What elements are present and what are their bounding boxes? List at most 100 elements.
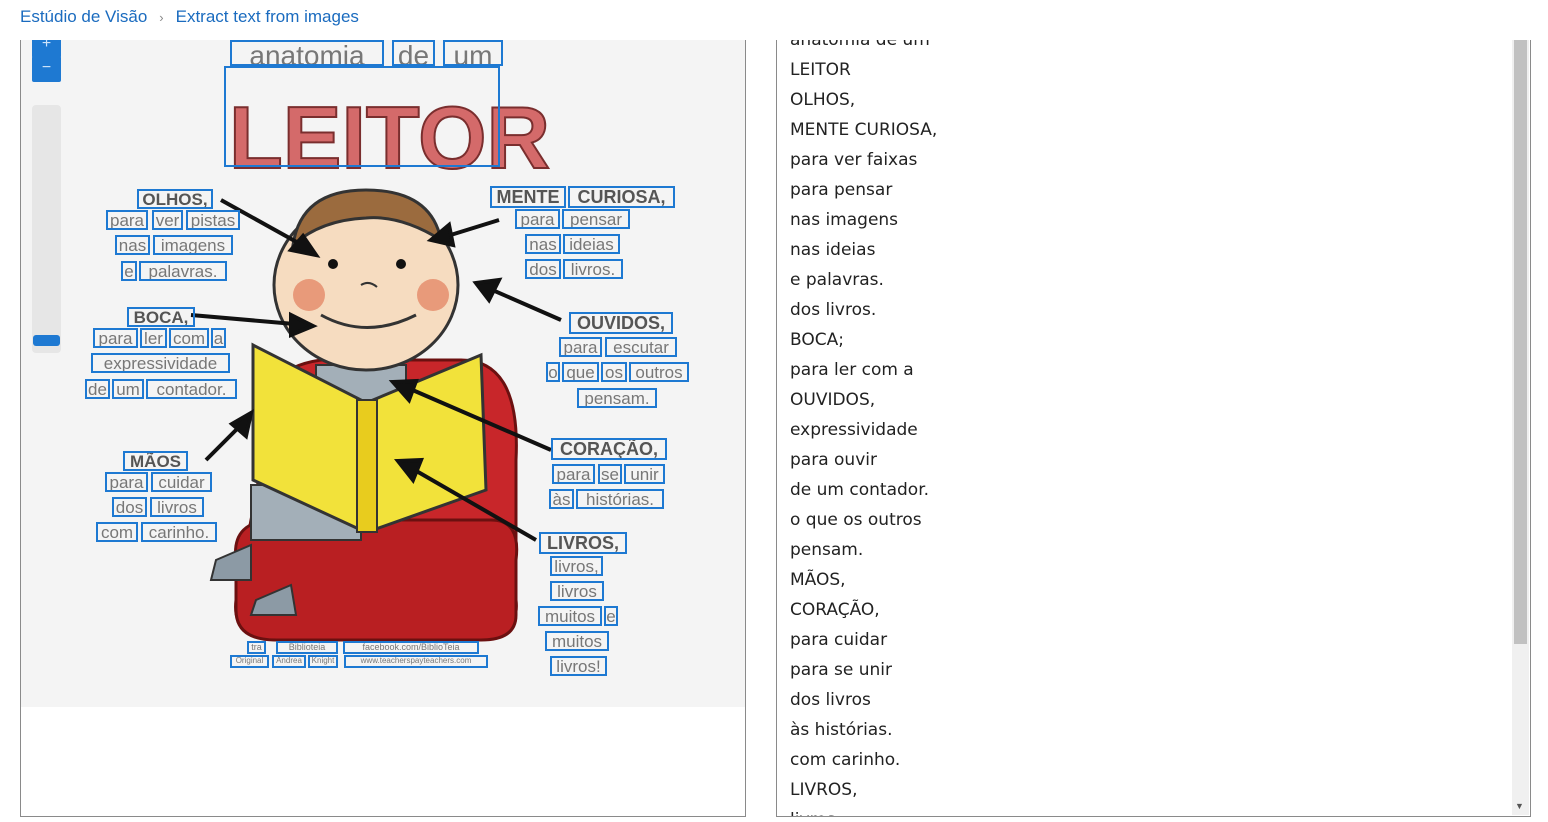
- ocr-word-box[interactable]: e: [121, 261, 137, 281]
- breadcrumb-home-link[interactable]: Estúdio de Visão: [20, 7, 147, 27]
- ocr-word-box[interactable]: Original: [230, 655, 269, 668]
- ocr-word-box[interactable]: livros: [150, 497, 204, 517]
- ocr-word-box[interactable]: MENTE: [490, 186, 566, 208]
- ocr-word-box[interactable]: um: [112, 379, 144, 399]
- extracted-text-line: o que os outros: [790, 510, 922, 530]
- extracted-text-line: e palavras.: [790, 270, 884, 290]
- ocr-word-box[interactable]: tra: [247, 641, 266, 654]
- breadcrumb-current-link[interactable]: Extract text from images: [176, 7, 359, 27]
- ocr-word-box[interactable]: OLHOS,: [137, 189, 213, 209]
- scrollbar-thumb[interactable]: [1514, 40, 1527, 644]
- ocr-word-box[interactable]: ler: [140, 328, 167, 348]
- extracted-text-line: para se unir: [790, 660, 892, 680]
- ocr-word-box[interactable]: ideias: [563, 234, 620, 254]
- ocr-word-box[interactable]: cuidar: [151, 472, 212, 492]
- extracted-text-line: expressividade: [790, 420, 918, 440]
- ocr-word-box[interactable]: dos: [112, 497, 147, 517]
- ocr-word-box[interactable]: para: [559, 337, 602, 357]
- eye-right: [396, 259, 406, 269]
- extracted-text-line: para ler com a: [790, 360, 914, 380]
- ocr-word-box[interactable]: com: [169, 328, 209, 348]
- ocr-word-box[interactable]: às: [549, 489, 574, 509]
- ocr-word-box[interactable]: muitos: [538, 606, 602, 626]
- ocr-word-box[interactable]: para: [106, 210, 148, 230]
- ocr-word-box[interactable]: o: [546, 362, 560, 382]
- scroll-down-arrow-icon[interactable]: ▼: [1515, 801, 1524, 811]
- ocr-word-box[interactable]: contador.: [146, 379, 237, 399]
- ocr-word-box[interactable]: OUVIDOS,: [569, 312, 673, 334]
- ocr-word-box[interactable]: imagens: [153, 235, 233, 255]
- ocr-word-box[interactable]: com: [96, 522, 138, 542]
- ocr-word-box[interactable]: expressividade: [91, 353, 230, 373]
- ocr-word-box[interactable]: LIVROS,: [539, 532, 627, 554]
- ocr-word-box[interactable]: livros,: [550, 556, 603, 576]
- ocr-word-box[interactable]: histórias.: [576, 489, 664, 509]
- ocr-word-box[interactable]: para: [552, 464, 595, 484]
- ocr-word-box[interactable]: pensar: [562, 209, 630, 229]
- ocr-word-box[interactable]: CORAÇÃO,: [551, 438, 667, 460]
- shoe-right: [209, 543, 252, 581]
- ocr-word-box[interactable]: nas: [525, 234, 561, 254]
- zoom-slider[interactable]: [32, 105, 61, 353]
- cheek-right: [417, 279, 449, 311]
- extracted-text-line: MENTE CURIOSA,: [790, 120, 938, 140]
- analyzed-image: LEITOR anatomia de um OLHOS, para ver pi…: [21, 40, 745, 707]
- ocr-word-box[interactable]: palavras.: [139, 261, 227, 281]
- extracted-text-line: de um contador.: [790, 480, 930, 500]
- ocr-word-box[interactable]: um: [443, 40, 503, 66]
- extracted-text-line: LIVROS,: [790, 780, 858, 800]
- ocr-word-box[interactable]: unir: [624, 464, 665, 484]
- extracted-text-line: OLHOS,: [790, 90, 856, 110]
- ocr-word-box[interactable]: para: [515, 209, 560, 229]
- extracted-text-line: com carinho.: [790, 750, 901, 770]
- ocr-word-box[interactable]: os: [601, 362, 627, 382]
- extracted-text-line: para pensar: [790, 180, 893, 200]
- extracted-text-line: MÃOS,: [790, 570, 846, 590]
- ocr-word-box[interactable]: facebook.com/BiblioTeia: [343, 641, 479, 654]
- extracted-text-line: livros,: [790, 805, 1490, 816]
- ocr-word-box[interactable]: www.teacherspayteachers.com: [344, 655, 488, 668]
- cheek-left: [293, 279, 325, 311]
- ocr-word-box[interactable]: nas: [115, 235, 150, 255]
- ocr-word-box[interactable]: a: [211, 328, 226, 348]
- extracted-text-line: nas imagens: [790, 210, 899, 230]
- extracted-text-panel: anatomia de um LEITOR OLHOS, MENTE CURIOSA,…: [776, 40, 1531, 817]
- ocr-word-box[interactable]: para: [105, 472, 148, 492]
- ocr-word-box[interactable]: carinho.: [141, 522, 217, 542]
- ocr-word-box[interactable]: se: [598, 464, 622, 484]
- ocr-word-box[interactable]: muitos: [545, 631, 609, 651]
- vertical-scrollbar[interactable]: ▼: [1512, 40, 1529, 815]
- ocr-word-box[interactable]: [224, 66, 500, 167]
- image-preview-panel: LEITOR anatomia de um OLHOS, para ver pi…: [20, 40, 746, 817]
- ocr-word-box[interactable]: CURIOSA,: [568, 186, 675, 208]
- ocr-word-box[interactable]: para: [93, 328, 138, 348]
- ocr-word-box[interactable]: pistas: [186, 210, 240, 230]
- chevron-right-icon: ›: [159, 9, 164, 25]
- ocr-word-box[interactable]: outros: [629, 362, 689, 382]
- extracted-text-line: LEITOR: [790, 60, 851, 80]
- breadcrumb: Estúdio de Visão › Extract text from ima…: [20, 6, 359, 28]
- ocr-word-box[interactable]: anatomia: [230, 40, 384, 66]
- extracted-text-line: BOCA;: [790, 330, 844, 350]
- ocr-word-box[interactable]: livros: [550, 581, 604, 601]
- ocr-word-box[interactable]: de: [85, 379, 110, 399]
- ocr-word-box[interactable]: escutar: [605, 337, 677, 357]
- extracted-text-line: para ver faixas: [790, 150, 918, 170]
- ocr-word-box[interactable]: pensam.: [577, 388, 657, 408]
- zoom-slider-thumb[interactable]: [33, 335, 60, 346]
- ocr-word-box[interactable]: de: [392, 40, 435, 66]
- ocr-word-box[interactable]: ver: [152, 210, 183, 230]
- zoom-out-button[interactable]: −: [32, 56, 61, 82]
- ocr-word-box[interactable]: MÃOS: [123, 451, 188, 471]
- ocr-word-box[interactable]: e: [604, 606, 618, 626]
- ocr-word-box[interactable]: BOCA,: [127, 307, 195, 327]
- extracted-text-line: OUVIDOS,: [790, 390, 876, 410]
- ocr-word-box[interactable]: Biblioteia: [276, 641, 338, 654]
- extracted-text-line: CORAÇÃO,: [790, 600, 880, 620]
- ocr-word-box[interactable]: dos: [525, 259, 561, 279]
- ocr-word-box[interactable]: Andrea: [272, 655, 306, 668]
- ocr-word-box[interactable]: que: [562, 362, 599, 382]
- ocr-word-box[interactable]: livros!: [550, 656, 607, 676]
- ocr-word-box[interactable]: livros.: [563, 259, 623, 279]
- ocr-word-box[interactable]: Knight: [308, 655, 338, 668]
